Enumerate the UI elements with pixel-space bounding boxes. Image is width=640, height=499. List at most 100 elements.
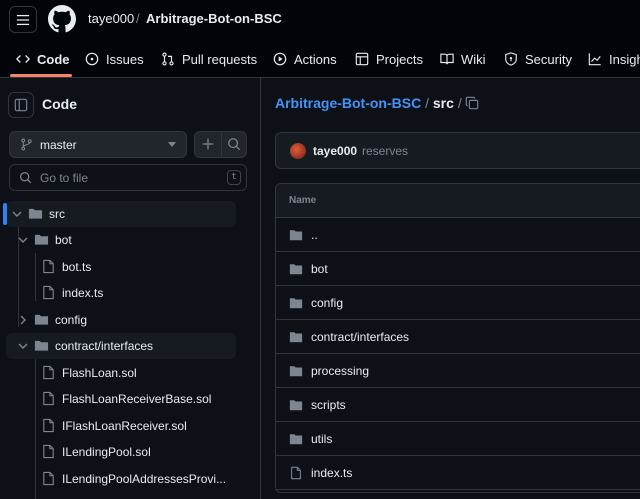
sidebar-title: Code: [42, 96, 77, 112]
sidebar-collapse-icon: [14, 98, 28, 112]
collapse-sidebar-button[interactable]: [8, 92, 34, 118]
copy-icon[interactable]: [465, 96, 479, 110]
book-icon: [440, 53, 454, 65]
tree-item-src[interactable]: src: [3, 201, 236, 227]
tree-item-label: ILendingPoolAddressesProvi...: [62, 472, 227, 486]
tree-item-contract-interfaces[interactable]: contract/interfaces: [6, 333, 236, 359]
tree-item-bot-ts[interactable]: bot.ts: [6, 254, 236, 280]
row-label[interactable]: ..: [311, 228, 318, 242]
branch-name: master: [40, 138, 77, 152]
row-label[interactable]: processing: [311, 364, 369, 378]
folder-icon: [34, 314, 49, 325]
play-icon: [273, 52, 287, 66]
active-tab-indicator: [10, 74, 72, 77]
tab-code[interactable]: Code: [16, 40, 70, 78]
tab-label: Wiki: [461, 51, 486, 67]
file-listing-table: Name .. bot config contract/interfaces p…: [275, 183, 640, 493]
tree-item-label: contract/interfaces: [55, 339, 154, 353]
latest-commit-bar: taye000 reserves: [275, 132, 640, 169]
row-label[interactable]: config: [311, 296, 343, 310]
tab-projects[interactable]: Projects: [355, 40, 423, 78]
go-to-file-input[interactable]: Go to file t: [9, 164, 247, 191]
search-icon[interactable]: [227, 137, 241, 151]
tree-item-ilendingpooladdressesprovider[interactable]: ILendingPoolAddressesProvi...: [6, 466, 236, 492]
tree-item-label: FlashLoan.sol: [62, 366, 137, 380]
tree-item-label: src: [49, 207, 65, 221]
tree-item-config[interactable]: config: [6, 307, 236, 333]
file-icon: [43, 285, 54, 300]
chevron-down-icon[interactable]: [18, 341, 28, 351]
table-icon: [355, 52, 369, 66]
table-header: Name: [276, 184, 640, 218]
tab-pull-requests[interactable]: Pull requests: [161, 40, 257, 78]
folder-icon: [289, 400, 303, 411]
commit-author[interactable]: taye000: [313, 144, 357, 158]
chevron-down-icon[interactable]: [18, 235, 28, 245]
file-icon: [291, 466, 301, 480]
tree-item-label: FlashLoanReceiverBase.sol: [62, 392, 212, 406]
plus-icon[interactable]: [201, 137, 215, 151]
menu-button[interactable]: [9, 6, 37, 33]
row-label[interactable]: utils: [311, 432, 332, 446]
tree-item-flashloanreceiverbase[interactable]: FlashLoanReceiverBase.sol: [6, 386, 236, 412]
folder-icon: [289, 298, 303, 309]
chevron-right-icon[interactable]: [18, 315, 28, 325]
tree-item-flashloan[interactable]: FlashLoan.sol: [6, 360, 236, 386]
folder-open-icon: [34, 234, 49, 245]
tree-item-iflashloanreceiver[interactable]: IFlashLoanReceiver.sol: [6, 413, 236, 439]
repo-name-link[interactable]: Arbitrage-Bot-on-BSC: [146, 11, 282, 26]
table-row-processing[interactable]: processing: [276, 354, 640, 388]
path-breadcrumb: Arbitrage-Bot-on-BSC / src /: [275, 95, 462, 111]
repo-owner-link[interactable]: taye000: [88, 11, 134, 26]
table-row-bot[interactable]: bot: [276, 252, 640, 286]
tab-actions[interactable]: Actions: [273, 40, 337, 78]
tree-item-bot[interactable]: bot: [6, 227, 236, 253]
row-label[interactable]: index.ts: [311, 466, 352, 480]
folder-icon: [289, 332, 303, 343]
tab-label: Pull requests: [182, 51, 258, 67]
breadcrumb-repo-link[interactable]: Arbitrage-Bot-on-BSC: [275, 95, 421, 111]
github-logo-icon[interactable]: [48, 5, 76, 33]
sidebar-actions: [194, 131, 247, 158]
table-row-scripts[interactable]: scripts: [276, 388, 640, 422]
divider: [221, 132, 222, 157]
tab-label: Projects: [376, 51, 423, 67]
breadcrumb-separator: /: [136, 11, 140, 26]
row-label[interactable]: scripts: [311, 398, 346, 412]
table-row-utils[interactable]: utils: [276, 422, 640, 456]
file-icon: [43, 259, 54, 274]
row-label[interactable]: contract/interfaces: [311, 330, 409, 344]
avatar[interactable]: [290, 143, 306, 159]
table-row-config[interactable]: config: [276, 286, 640, 320]
tab-label: Insights: [609, 51, 640, 67]
tree-item-index-ts[interactable]: index.ts: [6, 280, 236, 306]
issue-opened-icon: [85, 52, 99, 66]
keyboard-shortcut-badge: t: [227, 170, 241, 185]
file-icon: [43, 391, 54, 406]
tree-item-ilendingpool[interactable]: ILendingPool.sol: [6, 439, 236, 465]
chevron-down-icon[interactable]: [12, 209, 22, 219]
commit-message[interactable]: reserves: [362, 144, 408, 158]
row-label[interactable]: bot: [311, 262, 328, 276]
caret-down-icon: [168, 142, 176, 147]
table-row-index-ts[interactable]: index.ts: [276, 456, 640, 490]
tree-item-label: bot.ts: [62, 260, 92, 274]
tree-item-label: IFlashLoanReceiver.sol: [62, 419, 187, 433]
file-tree-sidebar: Code master Go to file t src bot bot.ts …: [0, 78, 261, 499]
tab-issues[interactable]: Issues: [85, 40, 144, 78]
tab-security[interactable]: Security: [504, 40, 572, 78]
graph-icon: [588, 53, 601, 66]
tab-insights[interactable]: Insights: [588, 40, 640, 78]
tab-label: Actions: [294, 51, 337, 67]
breadcrumb-separator: /: [457, 95, 462, 111]
tab-wiki[interactable]: Wiki: [440, 40, 486, 78]
go-to-file-placeholder: Go to file: [40, 171, 89, 185]
branch-selector-button[interactable]: master: [9, 131, 187, 158]
table-row-parent-dir[interactable]: ..: [276, 218, 640, 252]
folder-icon: [289, 230, 303, 241]
folder-open-icon: [28, 208, 43, 219]
table-row-contract-interfaces[interactable]: contract/interfaces: [276, 320, 640, 354]
shield-icon: [505, 52, 517, 66]
folder-icon: [289, 366, 303, 377]
file-icon: [43, 444, 54, 459]
